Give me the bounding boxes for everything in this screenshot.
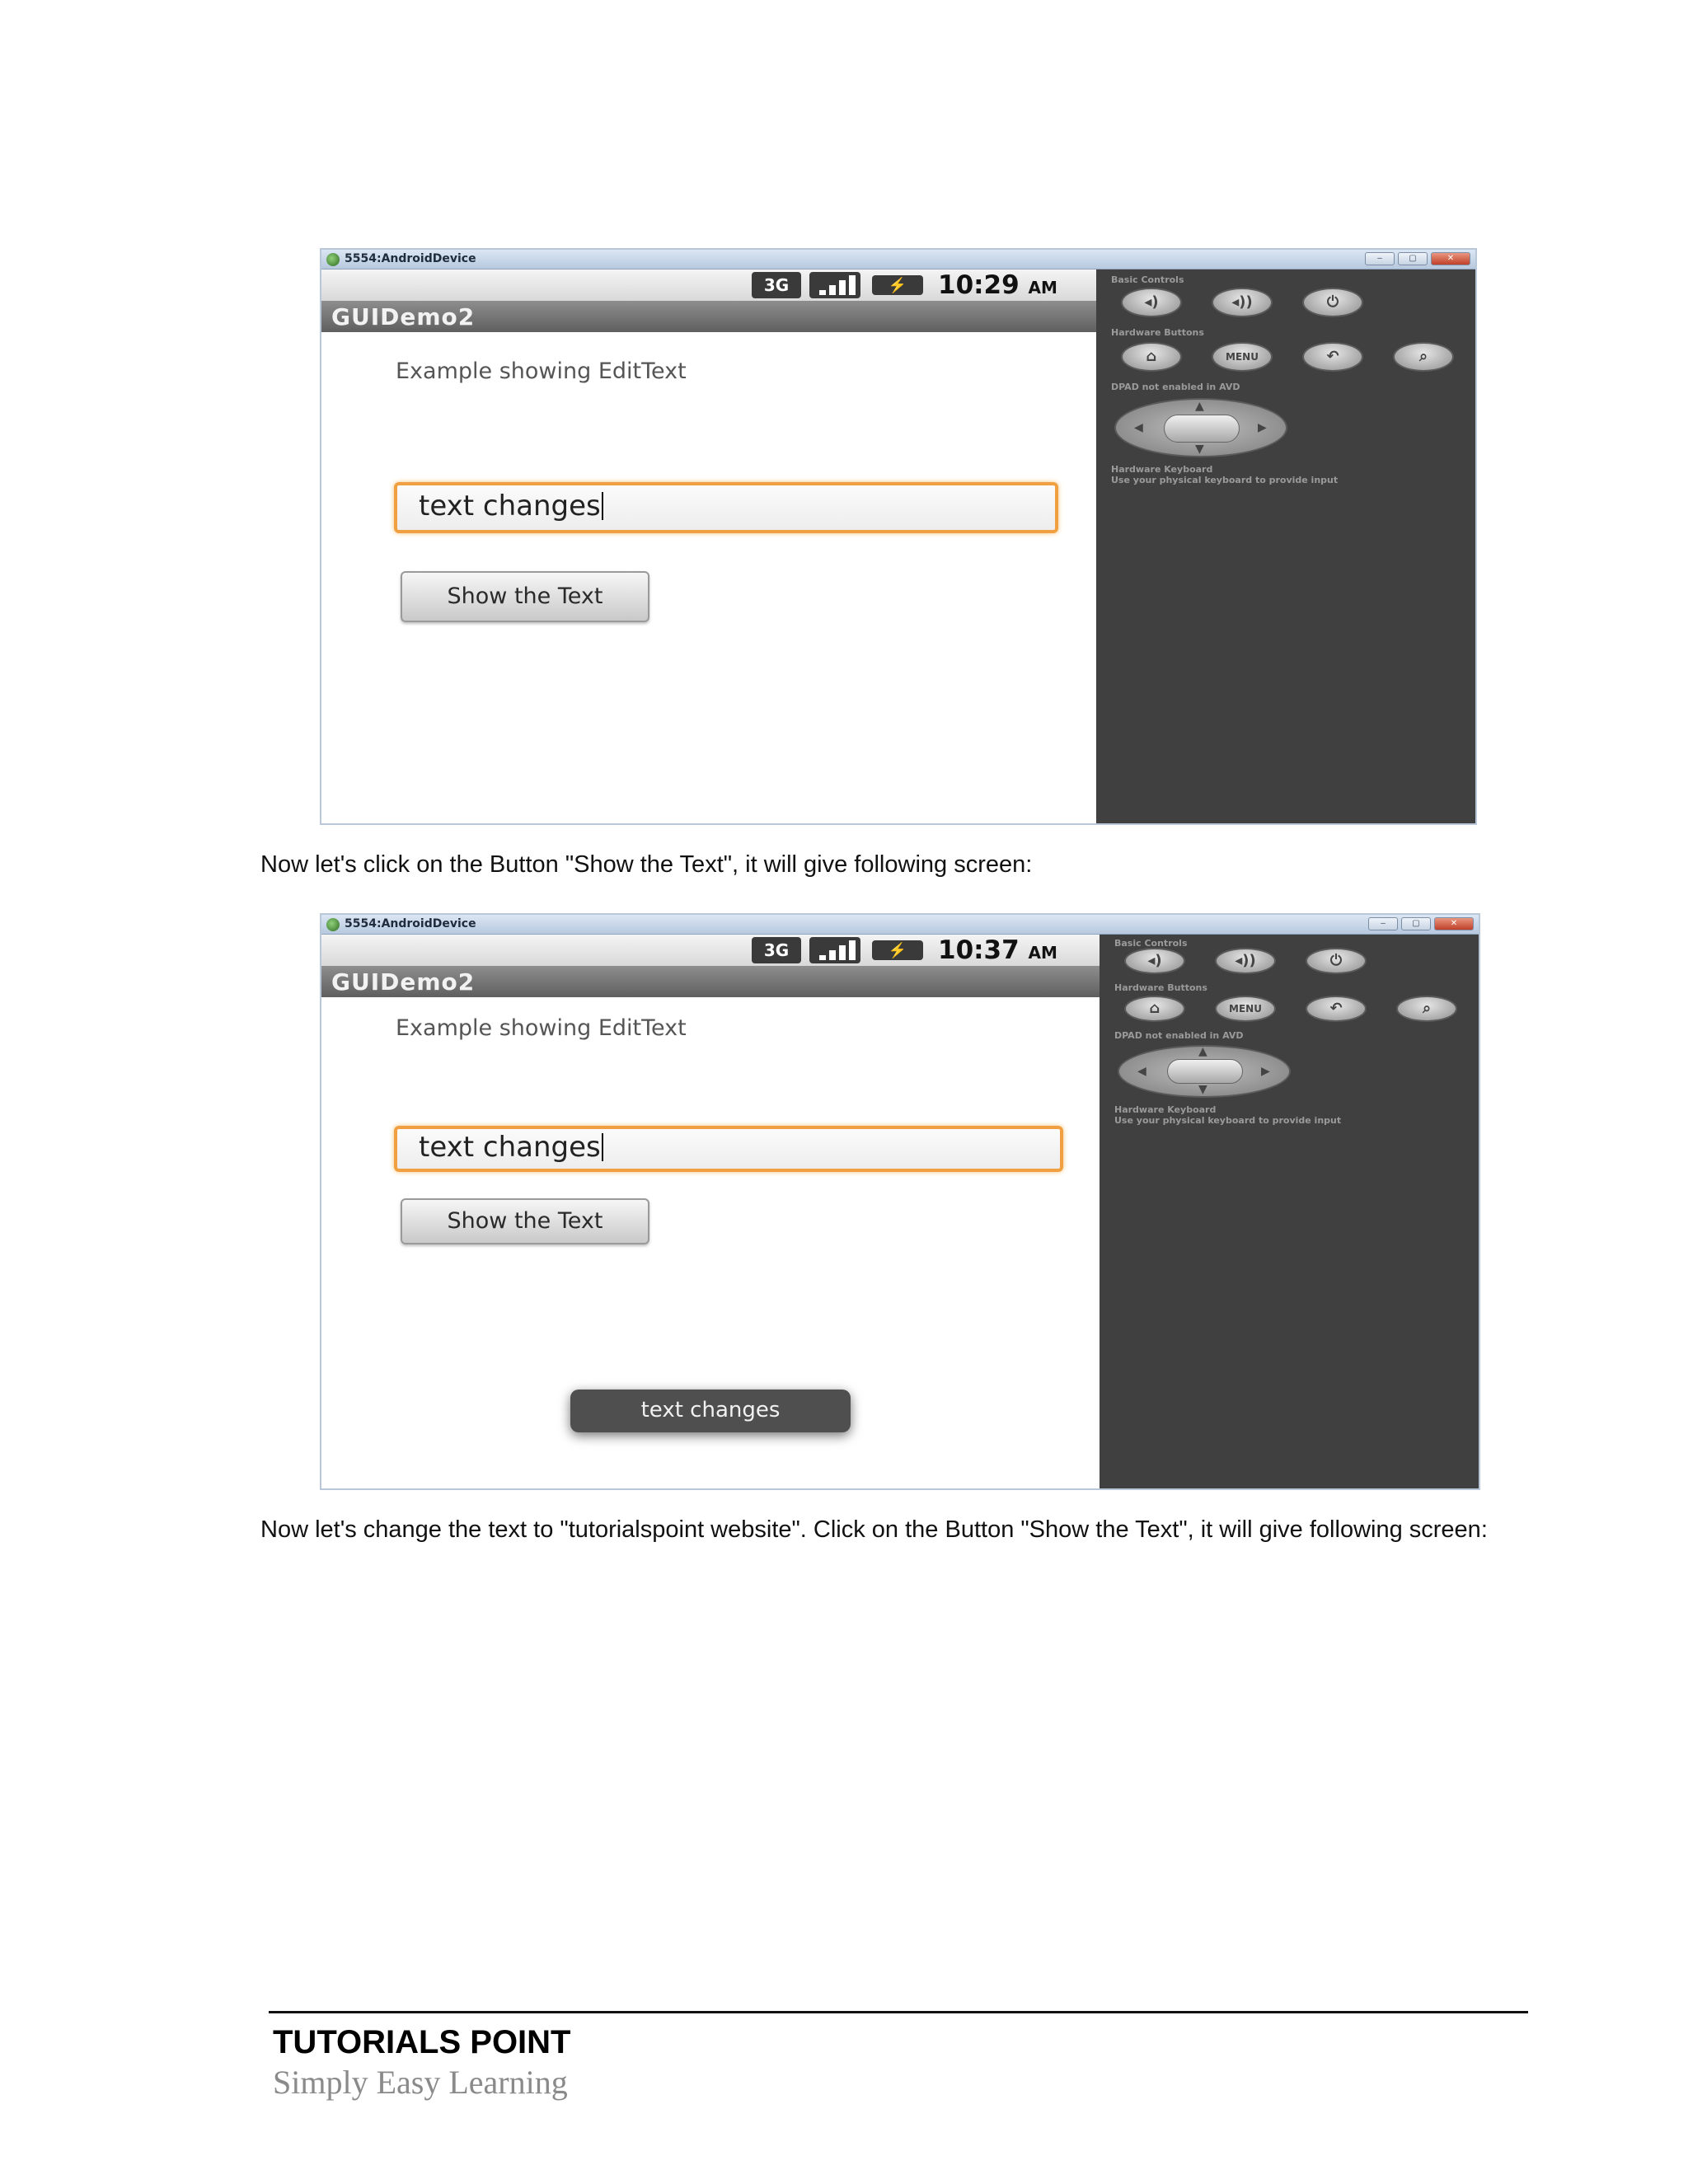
app-title: GUIDemo2 bbox=[331, 303, 476, 330]
network-3g-icon: 3G bbox=[752, 272, 801, 298]
back-icon[interactable]: ↶ bbox=[1302, 342, 1363, 372]
dpad-control[interactable]: ▲ ▼ ◀ ▶ bbox=[1114, 398, 1287, 457]
search-icon[interactable]: ⌕ bbox=[1396, 996, 1457, 1022]
dpad-up-icon: ▲ bbox=[1198, 1045, 1207, 1058]
signal-icon bbox=[809, 272, 860, 298]
example-label: Example showing EditText bbox=[396, 1015, 687, 1041]
emulator-controls-panel: Basic Controls ◂) ◂)) ⏻ Hardware Buttons… bbox=[1096, 269, 1475, 823]
app-title-bar: GUIDemo2 bbox=[321, 966, 1100, 997]
keyboard-title: Hardware Keyboard bbox=[1114, 1104, 1217, 1115]
basic-controls-heading: Basic Controls bbox=[1114, 938, 1188, 949]
app-title: GUIDemo2 bbox=[331, 968, 476, 996]
minimize-button[interactable]: – bbox=[1365, 252, 1395, 265]
edit-text-value: text changes bbox=[419, 1131, 603, 1164]
close-button[interactable]: ✕ bbox=[1431, 252, 1470, 265]
battery-icon: ⚡ bbox=[872, 275, 923, 295]
example-label: Example showing EditText bbox=[396, 359, 687, 384]
dpad-right-icon: ▶ bbox=[1261, 1065, 1270, 1078]
battery-icon: ⚡ bbox=[872, 940, 923, 960]
window-titlebar: 5554:AndroidDevice – ▢ ✕ bbox=[321, 915, 1479, 935]
device-screen: 3G ⚡ 10:29 AM GUIDemo2 Example showing E… bbox=[321, 269, 1096, 823]
maximize-button[interactable]: ▢ bbox=[1401, 917, 1431, 930]
power-icon[interactable]: ⏻ bbox=[1302, 288, 1363, 317]
window-title: 5554:AndroidDevice bbox=[345, 917, 476, 930]
footer-brand: TUTORIALS POINT bbox=[273, 2024, 571, 2060]
minimize-button[interactable]: – bbox=[1368, 917, 1398, 930]
dpad-note: DPAD not enabled in AVD bbox=[1111, 382, 1240, 392]
android-icon bbox=[326, 253, 340, 266]
home-icon[interactable]: ⌂ bbox=[1121, 342, 1182, 372]
window-title: 5554:AndroidDevice bbox=[345, 252, 476, 265]
dpad-left-icon: ◀ bbox=[1134, 421, 1143, 434]
keyboard-title: Hardware Keyboard bbox=[1111, 464, 1213, 475]
volume-down-icon[interactable]: ◂) bbox=[1121, 288, 1182, 317]
edit-text-value: text changes bbox=[419, 490, 603, 523]
home-icon[interactable]: ⌂ bbox=[1124, 996, 1185, 1022]
network-3g-icon: 3G bbox=[752, 937, 801, 963]
dpad-down-icon: ▼ bbox=[1198, 1083, 1207, 1096]
show-text-button[interactable]: Show the Text bbox=[401, 1198, 649, 1244]
volume-up-icon[interactable]: ◂)) bbox=[1215, 948, 1276, 974]
edit-text-field[interactable]: text changes bbox=[394, 482, 1058, 533]
dpad-up-icon: ▲ bbox=[1195, 400, 1204, 413]
keyboard-note: Use your physical keyboard to provide in… bbox=[1111, 475, 1339, 485]
toast-message: text changes bbox=[570, 1390, 851, 1432]
dpad-down-icon: ▼ bbox=[1195, 443, 1204, 456]
hardware-buttons-heading: Hardware Buttons bbox=[1114, 982, 1207, 993]
paragraph-1: Now let's click on the Button "Show the … bbox=[260, 851, 1033, 878]
window-titlebar: 5554:AndroidDevice – ▢ ✕ bbox=[321, 250, 1475, 269]
dpad-right-icon: ▶ bbox=[1258, 421, 1267, 434]
hardware-buttons-heading: Hardware Buttons bbox=[1111, 327, 1204, 338]
edit-text-field[interactable]: text changes bbox=[394, 1126, 1063, 1172]
app-title-bar: GUIDemo2 bbox=[321, 301, 1096, 332]
show-text-button[interactable]: Show the Text bbox=[401, 571, 649, 622]
keyboard-note: Use your physical keyboard to provide in… bbox=[1114, 1115, 1342, 1126]
device-screen: 3G ⚡ 10:37 AM GUIDemo2 Example showing E… bbox=[321, 935, 1100, 1488]
back-icon[interactable]: ↶ bbox=[1306, 996, 1367, 1022]
dpad-note: DPAD not enabled in AVD bbox=[1114, 1030, 1244, 1041]
menu-button[interactable]: MENU bbox=[1212, 342, 1273, 372]
footer-tagline: Simply Easy Learning bbox=[273, 2064, 568, 2101]
status-time: 10:29 AM bbox=[938, 270, 1057, 300]
emulator-screenshot-1: 5554:AndroidDevice – ▢ ✕ 3G ⚡ 10:29 AM G… bbox=[320, 248, 1477, 825]
status-bar: 3G ⚡ 10:37 AM bbox=[321, 935, 1100, 966]
dpad-left-icon: ◀ bbox=[1137, 1065, 1146, 1078]
menu-button[interactable]: MENU bbox=[1215, 996, 1276, 1022]
emulator-controls-panel: Basic Controls ◂) ◂)) ⏻ Hardware Buttons… bbox=[1100, 935, 1479, 1488]
dpad-center-button[interactable] bbox=[1164, 415, 1240, 443]
status-bar: 3G ⚡ 10:29 AM bbox=[321, 269, 1096, 301]
close-button[interactable]: ✕ bbox=[1434, 917, 1474, 930]
power-icon[interactable]: ⏻ bbox=[1306, 948, 1367, 974]
maximize-button[interactable]: ▢ bbox=[1398, 252, 1428, 265]
dpad-control[interactable]: ▲ ▼ ◀ ▶ bbox=[1118, 1045, 1291, 1098]
status-time: 10:37 AM bbox=[938, 935, 1057, 965]
emulator-screenshot-2: 5554:AndroidDevice – ▢ ✕ 3G ⚡ 10:37 AM G… bbox=[320, 913, 1480, 1490]
android-icon bbox=[326, 918, 340, 931]
footer-divider bbox=[269, 2011, 1528, 2013]
volume-down-icon[interactable]: ◂) bbox=[1124, 948, 1185, 974]
search-icon[interactable]: ⌕ bbox=[1393, 342, 1454, 372]
signal-icon bbox=[809, 937, 860, 963]
dpad-center-button[interactable] bbox=[1167, 1059, 1243, 1084]
volume-up-icon[interactable]: ◂)) bbox=[1212, 288, 1273, 317]
basic-controls-heading: Basic Controls bbox=[1111, 274, 1184, 285]
paragraph-2: Now let's change the text to "tutorialsp… bbox=[260, 1516, 1488, 1543]
